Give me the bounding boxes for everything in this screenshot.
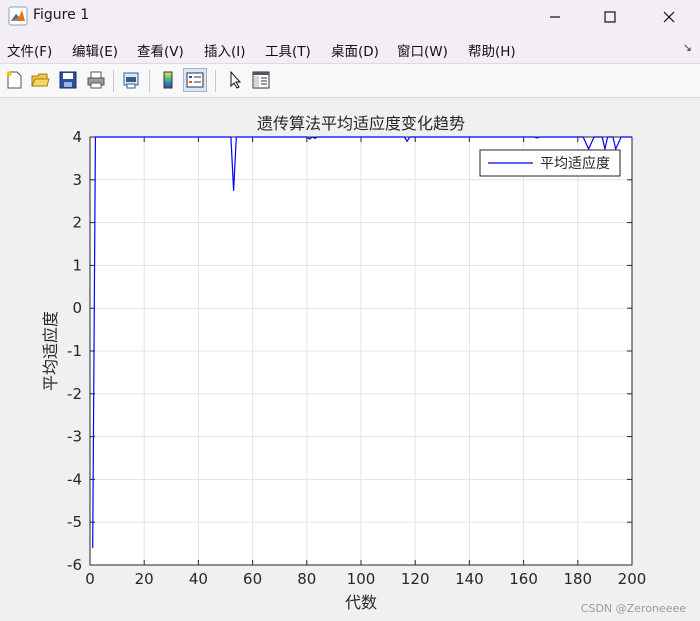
- menu-tools[interactable]: 工具(T): [265, 40, 311, 60]
- property-editor-icon: [252, 71, 270, 89]
- menu-file[interactable]: 文件(F): [7, 40, 52, 60]
- x-tick-label: 160: [509, 570, 538, 588]
- legend-icon: [186, 72, 204, 88]
- y-tick-label: -6: [67, 556, 82, 574]
- x-tick-label: 80: [297, 570, 316, 588]
- print-preview-icon: [123, 72, 139, 89]
- maximize-icon: [604, 10, 616, 23]
- print-icon: [87, 71, 105, 89]
- y-tick-label: 0: [72, 299, 82, 317]
- dock-arrow-icon[interactable]: ↘: [683, 41, 692, 54]
- y-tick-label: -1: [67, 342, 82, 360]
- y-tick-label: -5: [67, 513, 82, 531]
- open-button[interactable]: [28, 68, 52, 92]
- x-tick-label: 40: [189, 570, 208, 588]
- matlab-app-icon: [8, 6, 28, 26]
- chart-title: 遗传算法平均适应度变化趋势: [257, 114, 465, 133]
- menu-view[interactable]: 查看(V): [137, 40, 184, 60]
- pointer-button[interactable]: [223, 68, 247, 92]
- y-tick-label: -4: [67, 470, 82, 488]
- y-tick-label: -3: [67, 428, 82, 446]
- y-tick-label: -2: [67, 385, 82, 403]
- new-figure-icon: [6, 71, 22, 89]
- close-icon: [663, 11, 675, 22]
- menu-edit[interactable]: 编辑(E): [72, 40, 118, 60]
- y-tick-label: 1: [72, 256, 82, 274]
- figure-toolbar: [0, 64, 700, 98]
- x-tick-label: 140: [455, 570, 484, 588]
- minimize-button[interactable]: [532, 0, 578, 33]
- menu-window[interactable]: 窗口(W): [397, 40, 448, 60]
- open-folder-icon: [31, 73, 50, 87]
- y-tick-label: 2: [72, 214, 82, 232]
- x-tick-label: 20: [135, 570, 154, 588]
- close-button[interactable]: [646, 0, 692, 33]
- x-tick-label: 60: [243, 570, 262, 588]
- property-editor-button[interactable]: [249, 68, 273, 92]
- menu-insert[interactable]: 插入(I): [204, 40, 246, 60]
- legend-label-avg-fitness: 平均适应度: [540, 155, 610, 172]
- maximize-button[interactable]: [587, 0, 633, 33]
- x-tick-label: 180: [563, 570, 592, 588]
- toolbar-separator: [113, 70, 114, 92]
- print-preview-button[interactable]: [119, 68, 143, 92]
- new-figure-button[interactable]: [2, 68, 26, 92]
- x-tick-label: 200: [618, 570, 647, 588]
- colorbar-icon: [163, 71, 173, 89]
- y-tick-label: 3: [72, 171, 82, 189]
- colorbar-button[interactable]: [156, 68, 180, 92]
- y-tick-label: 4: [72, 128, 82, 146]
- window-title: Figure 1: [33, 7, 90, 23]
- toolbar-separator: [149, 70, 150, 92]
- x-tick-label: 0: [85, 570, 95, 588]
- x-tick-label: 100: [347, 570, 376, 588]
- toolbar-separator: [215, 70, 216, 92]
- legend-button[interactable]: [183, 68, 207, 92]
- line-chart[interactable]: 0 20 40 60 80 100 120 140 160 180 200 -6 -5 -4 -3 -2 -1 0…: [0, 98, 700, 621]
- menu-help[interactable]: 帮助(H): [468, 40, 516, 60]
- menu-bar: 文件(F) 编辑(E) 查看(V) 插入(I) 工具(T) 桌面(D) 窗口(W…: [0, 33, 700, 64]
- watermark: CSDN @Zeroneeee: [580, 602, 686, 615]
- save-icon: [59, 71, 77, 89]
- print-button[interactable]: [84, 68, 108, 92]
- menu-desktop[interactable]: 桌面(D): [331, 40, 379, 60]
- figure-area: 0 20 40 60 80 100 120 140 160 180 200 -6 -5 -4 -3 -2 -1 0…: [0, 98, 700, 621]
- pointer-icon: [230, 70, 242, 89]
- x-axis-label: 代数: [345, 593, 377, 612]
- x-tick-label: 120: [401, 570, 430, 588]
- y-axis-label: 平均适应度: [41, 311, 60, 391]
- minimize-icon: [550, 15, 560, 18]
- save-button[interactable]: [56, 68, 80, 92]
- window-titlebar: Figure 1: [0, 0, 700, 33]
